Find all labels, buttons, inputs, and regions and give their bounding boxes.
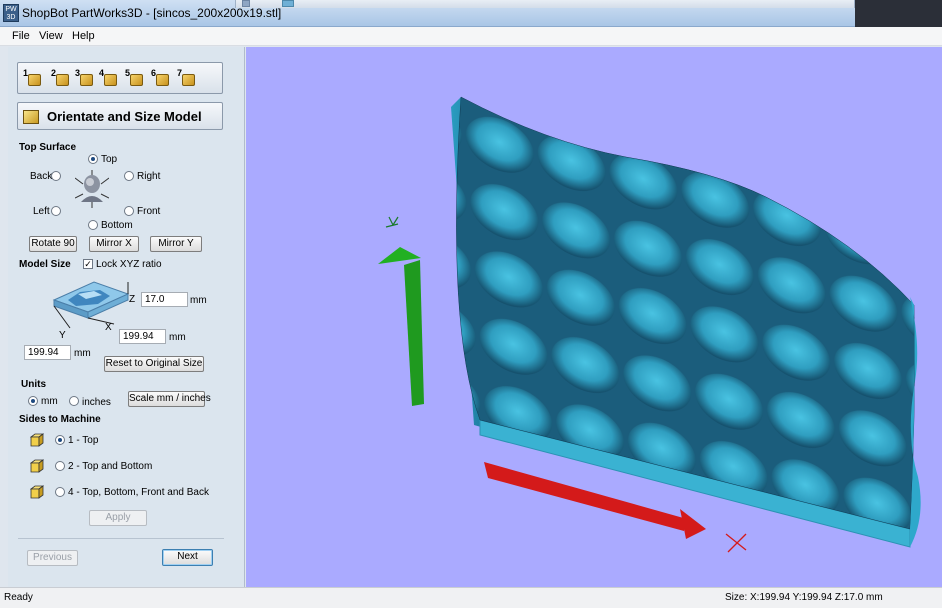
scale-mm-inches-button[interactable]: Scale mm / inches: [128, 391, 211, 407]
radio-sides-4[interactable]: [55, 487, 65, 497]
sides-option-2-label: 2 - Top and Bottom: [68, 461, 153, 472]
top-surface-title: Top Surface: [19, 142, 77, 153]
z-unit-label: mm: [190, 295, 207, 306]
background-window-strip: [235, 0, 855, 8]
step-1-icon[interactable]: 1: [23, 68, 43, 88]
sides-option-1-label: 1 - Top: [68, 435, 99, 446]
cube-four-sides-icon: [30, 485, 44, 499]
mirror-y-button[interactable]: Mirror Y: [150, 236, 202, 252]
step-heading-label: Orientate and Size Model: [47, 109, 202, 124]
model-size-title: Model Size: [19, 259, 71, 270]
y-axis-marker: [385, 216, 399, 228]
step-toolbar: 1 2 3 4 5 6 7: [17, 62, 223, 94]
radio-bottom[interactable]: [88, 220, 98, 230]
rotate-90-button[interactable]: Rotate 90: [29, 236, 77, 252]
sides-option-4-label: 4 - Top, Bottom, Front and Back: [68, 487, 209, 498]
reset-original-size-button[interactable]: Reset to Original Size: [104, 356, 204, 372]
radio-left-label: Left: [33, 206, 50, 217]
radio-right[interactable]: [124, 171, 134, 181]
model-view: [378, 96, 921, 553]
step-2-icon[interactable]: 2: [51, 68, 71, 88]
desktop-background: [855, 0, 942, 27]
radio-mm[interactable]: [28, 396, 38, 406]
radio-bottom-label: Bottom: [101, 220, 133, 231]
cube-one-side-icon: [30, 433, 44, 447]
previous-button[interactable]: Previous: [27, 550, 78, 566]
step-heading: Orientate and Size Model: [17, 102, 223, 130]
y-size-input[interactable]: 199.94: [24, 345, 71, 360]
x-unit-label: mm: [169, 332, 186, 343]
radio-right-label: Right: [137, 171, 161, 182]
radio-top[interactable]: [88, 154, 98, 164]
step-3-icon[interactable]: 3: [75, 68, 95, 88]
model-surface: [456, 96, 915, 530]
model-preview-head-icon: [75, 170, 109, 208]
apply-button[interactable]: Apply: [89, 510, 147, 526]
sides-title: Sides to Machine: [19, 414, 101, 425]
radio-back[interactable]: [51, 171, 61, 181]
app-icon: PW 3D: [3, 4, 19, 22]
mirror-x-button[interactable]: Mirror X: [89, 236, 139, 252]
radio-back-label: Back: [30, 171, 53, 182]
radio-mm-label: mm: [41, 396, 58, 407]
units-title: Units: [21, 379, 46, 390]
orientate-icon: [23, 110, 39, 124]
radio-top-label: Top: [101, 154, 118, 165]
radio-front[interactable]: [124, 206, 134, 216]
menu-bar: File View Help: [0, 27, 942, 46]
step-7-icon[interactable]: 7: [177, 68, 197, 88]
y-axis-arrow: [404, 260, 424, 406]
model-size-car-icon: [52, 281, 130, 329]
divider: [18, 538, 224, 539]
title-bar: PW 3D ShopBot PartWorks3D - [sincos_200x…: [0, 0, 942, 27]
menu-view[interactable]: View: [39, 30, 63, 42]
3d-viewport[interactable]: [246, 47, 942, 587]
radio-sides-1[interactable]: [55, 435, 65, 445]
step-6-icon[interactable]: 6: [151, 68, 171, 88]
menu-help[interactable]: Help: [72, 30, 95, 42]
step-5-icon[interactable]: 5: [125, 68, 145, 88]
axis-x-label: X: [105, 322, 112, 333]
status-bar: Ready Size: X:199.94 Y:199.94 Z:17.0 mm: [0, 587, 942, 608]
x-axis-marker: [725, 533, 747, 553]
lock-xyz-checkbox[interactable]: ✓: [83, 259, 93, 269]
radio-inches-label: inches: [82, 397, 111, 408]
status-size: Size: X:199.94 Y:199.94 Z:17.0 mm: [725, 592, 883, 603]
y-unit-label: mm: [74, 348, 91, 359]
axis-z-label: Z: [129, 294, 136, 305]
radio-front-label: Front: [137, 206, 161, 217]
menu-file[interactable]: File: [12, 30, 30, 42]
x-size-input[interactable]: 199.94: [119, 329, 166, 344]
window-title: ShopBot PartWorks3D - [sincos_200x200x19…: [22, 6, 282, 20]
radio-left[interactable]: [51, 206, 61, 216]
radio-inches[interactable]: [69, 396, 79, 406]
status-ready: Ready: [4, 592, 33, 603]
z-size-input[interactable]: 17.0: [141, 292, 188, 307]
lock-xyz-label: Lock XYZ ratio: [96, 259, 162, 270]
cube-two-sides-icon: [30, 459, 44, 473]
next-button[interactable]: Next: [162, 549, 213, 566]
axis-y-label: Y: [59, 330, 66, 341]
step-4-icon[interactable]: 4: [99, 68, 119, 88]
wizard-panel: 1 2 3 4 5 6 7 Orientate and Size Model T…: [8, 47, 245, 587]
radio-sides-2[interactable]: [55, 461, 65, 471]
